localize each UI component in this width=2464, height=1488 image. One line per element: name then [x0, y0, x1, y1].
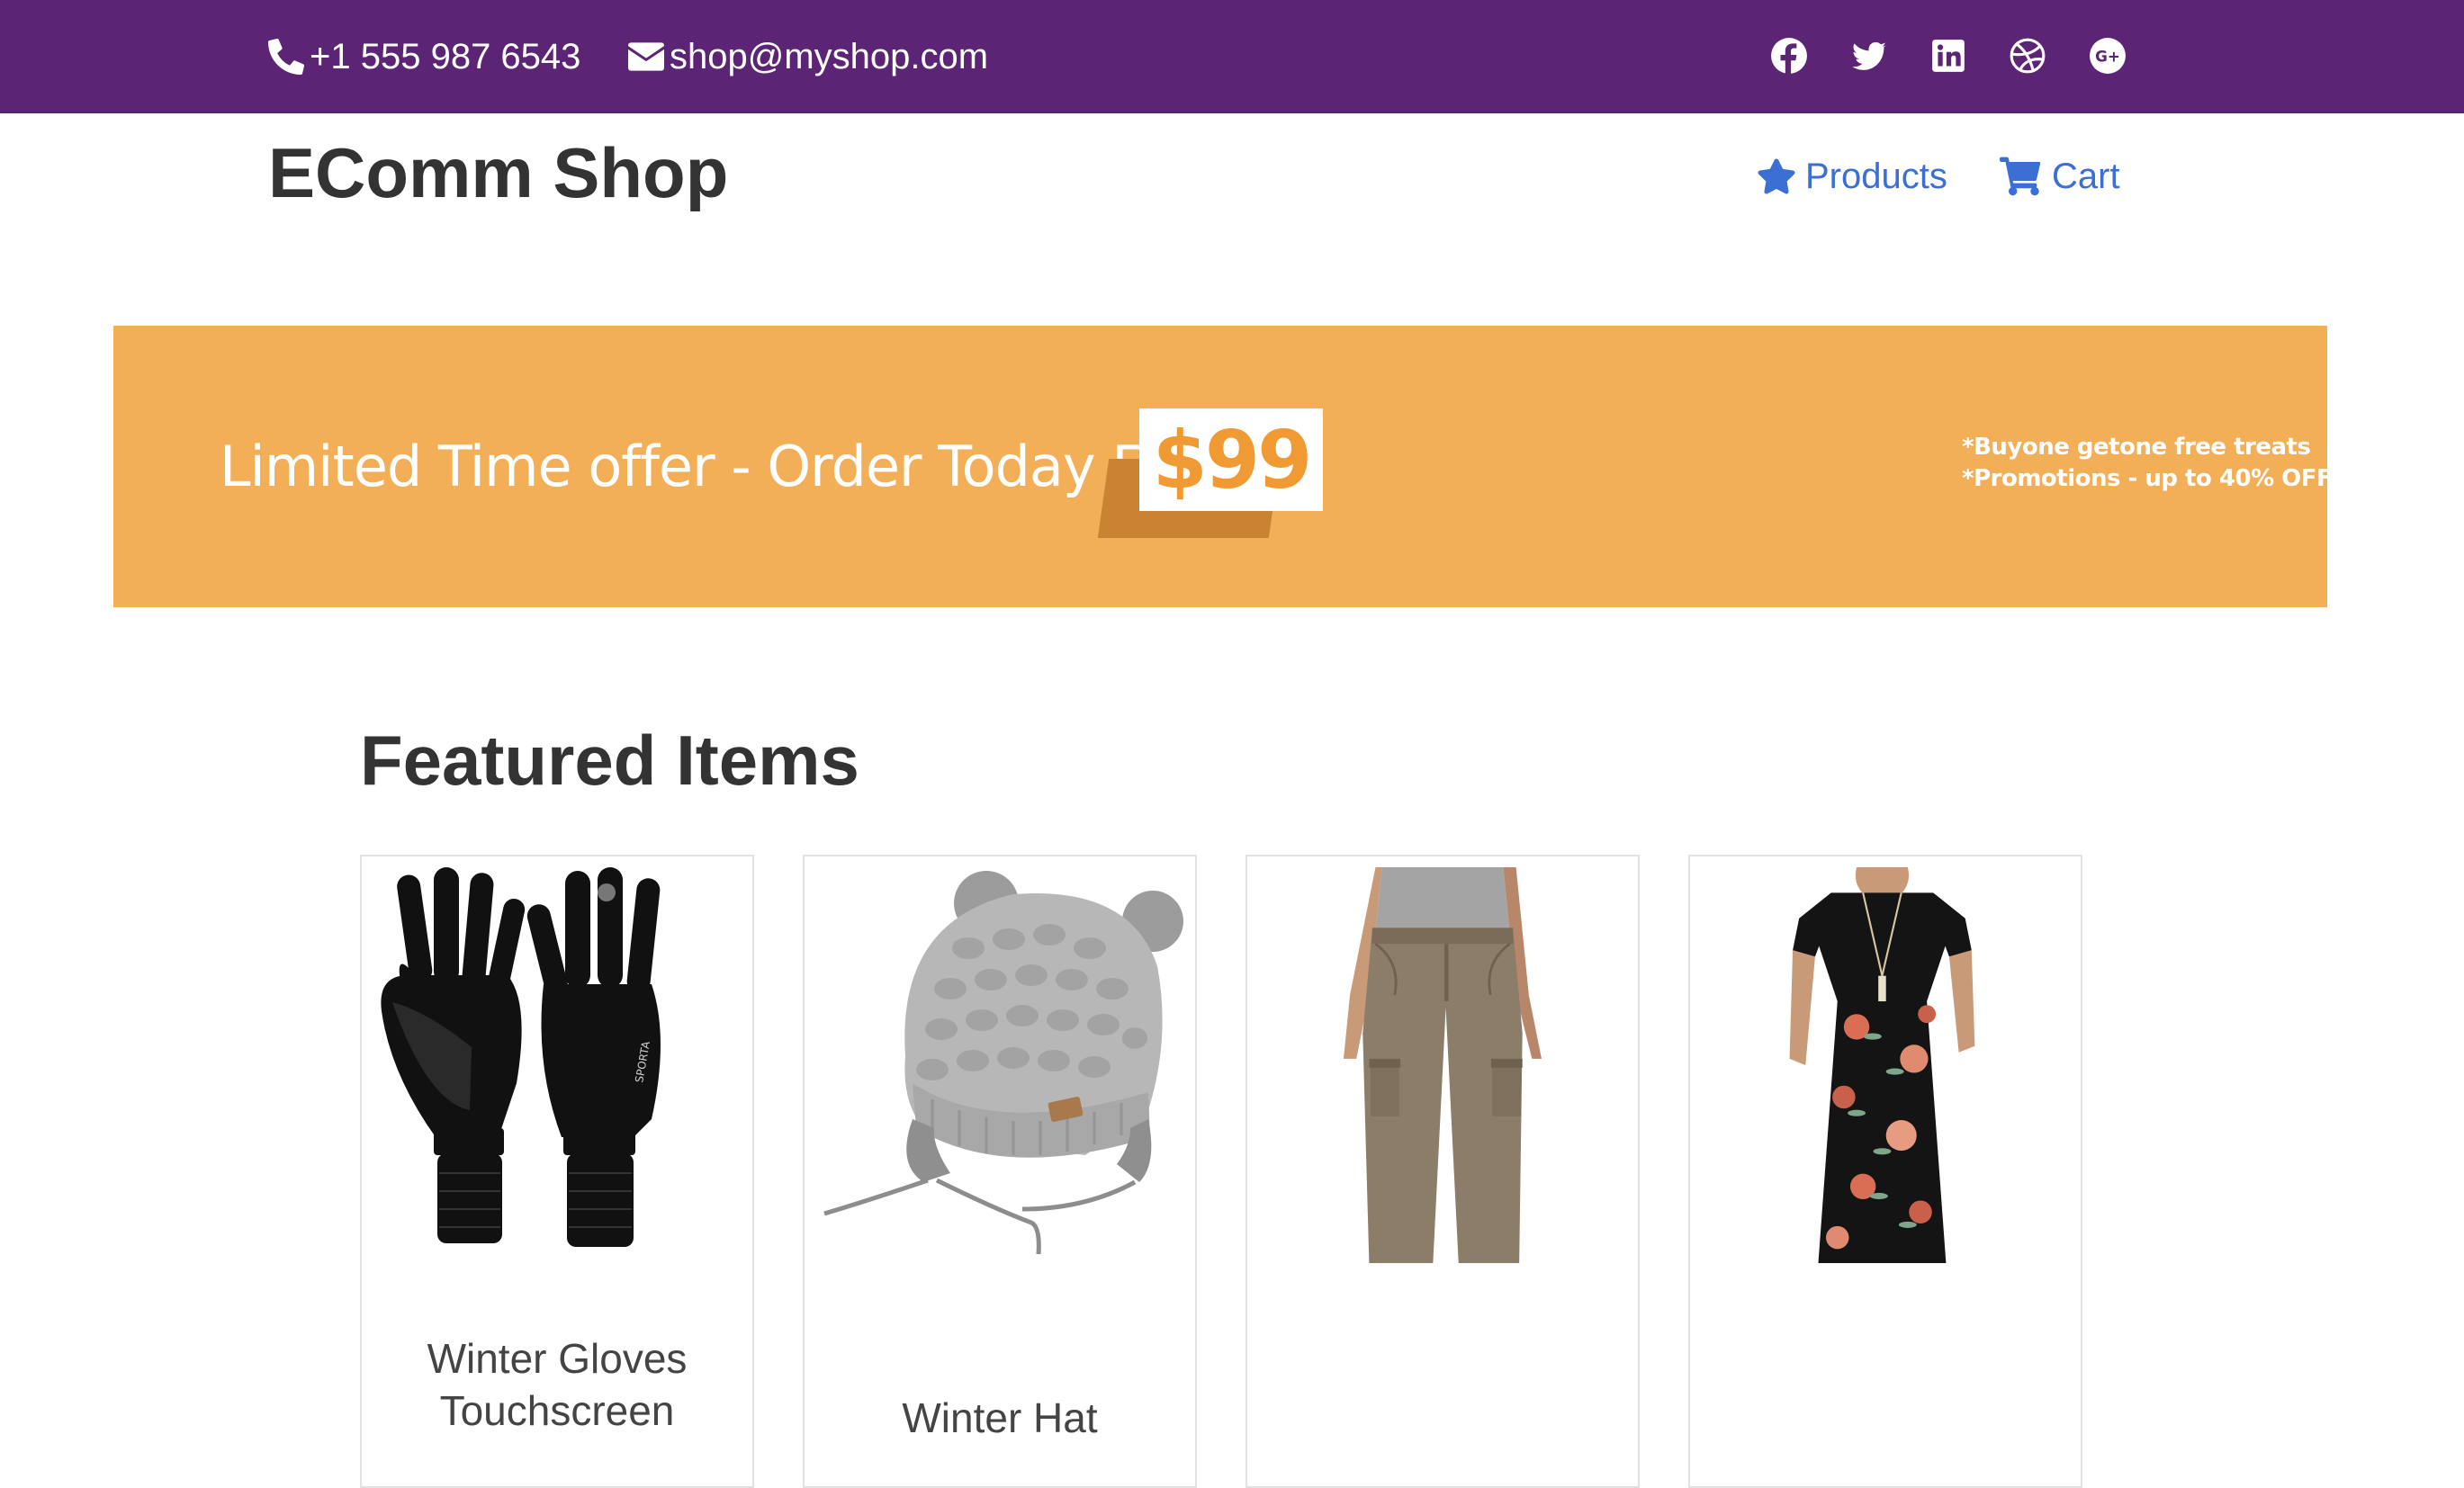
product-name: Winter Gloves Touchscreen [427, 1335, 688, 1434]
product-name: Winter Hat [902, 1394, 1098, 1441]
gloves-image: SPORTA [381, 867, 661, 1247]
svg-text:G+: G+ [2095, 47, 2120, 65]
nav-products-label: Products [1805, 156, 1947, 196]
knit-hat-image [823, 871, 1183, 1255]
featured-title: Featured Items [360, 721, 859, 800]
banner-headline: Limited Time offer - Order Today For [220, 434, 1197, 499]
banner-price: $99 [1139, 408, 1323, 511]
email-address: shop@myshop.com [670, 36, 989, 76]
dribbble-link[interactable] [2006, 34, 2049, 77]
twitter-link[interactable] [1848, 34, 1891, 77]
promo-banner[interactable]: Limited Time offer - Order Today For $99… [113, 326, 2327, 607]
product-card[interactable] [1688, 855, 2082, 1488]
nav-cart-link[interactable]: Cart [2000, 151, 2120, 202]
envelope-icon [628, 42, 664, 71]
twitter-icon [1852, 41, 1886, 70]
product-card[interactable]: Winter Hat [803, 855, 1197, 1488]
nav-products-link[interactable]: Products [1757, 151, 1947, 202]
top-bar: +1 555 987 6543 shop@myshop.com G+ [0, 0, 2464, 113]
google-plus-link[interactable]: G+ [2086, 34, 2129, 77]
linkedin-link[interactable] [1927, 34, 1970, 77]
phone-icon [268, 39, 304, 75]
star-icon [1758, 158, 1795, 194]
cargo-pants-image [1344, 867, 1542, 1263]
brand-title[interactable]: EComm Shop [268, 134, 728, 212]
cart-icon [2000, 157, 2041, 196]
email-contact[interactable]: shop@myshop.com [628, 34, 988, 79]
facebook-icon [1771, 38, 1807, 75]
facebook-link[interactable] [1767, 34, 1811, 77]
product-card[interactable]: SPORTA Winter Gloves Touchscreen [360, 855, 754, 1488]
linkedin-icon [1932, 40, 1965, 72]
phone-number: +1 555 987 6543 [310, 36, 581, 76]
product-card[interactable] [1245, 855, 1640, 1488]
promo-line: *Buyone getone free treats [1962, 434, 2311, 461]
promo-line: *Promotions - up to 40% OFF [1962, 465, 2327, 492]
phone-contact[interactable]: +1 555 987 6543 [268, 34, 580, 79]
google-plus-icon: G+ [2090, 38, 2126, 74]
nav-cart-label: Cart [2052, 156, 2120, 196]
dribbble-icon [2010, 38, 2046, 74]
floral-dress-image [1789, 867, 1975, 1263]
